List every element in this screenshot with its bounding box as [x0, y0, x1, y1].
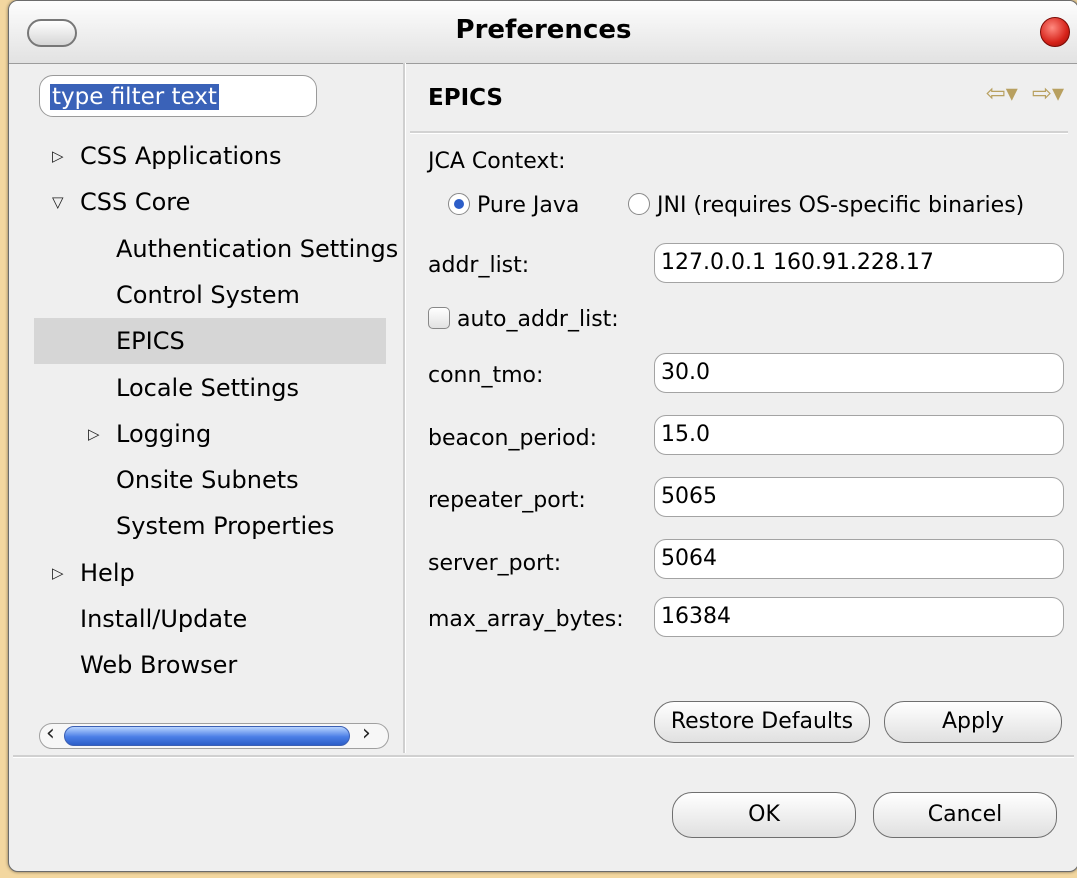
server-port-input[interactable]: 5064	[654, 539, 1064, 579]
close-button[interactable]	[1040, 17, 1070, 47]
radio-pure-java[interactable]: Pure Java	[448, 193, 579, 218]
tree-item-onsite-subnets[interactable]: Onsite Subnets	[34, 457, 386, 503]
preference-tree-pane: type filter text ▷ CSS Applications ▽ CSS C…	[34, 63, 399, 753]
filter-text: type filter text	[50, 84, 219, 110]
tree-item-label: EPICS	[116, 327, 185, 356]
tree-item-label: System Properties	[116, 512, 335, 541]
expand-arrow-icon[interactable]: ▷	[52, 133, 64, 179]
repeater-port-input[interactable]: 5065	[654, 477, 1064, 517]
server-port-label: server_port:	[428, 551, 562, 576]
forward-arrow-icon[interactable]: ⇨▾	[1032, 79, 1064, 107]
max-array-bytes-label: max_array_bytes:	[428, 607, 624, 632]
title-separator	[410, 131, 1068, 134]
expand-arrow-icon[interactable]: ▷	[88, 411, 100, 457]
beacon-period-label: beacon_period:	[428, 426, 597, 451]
radio-pure-java-label: Pure Java	[477, 193, 580, 218]
addr-list-input[interactable]: 127.0.0.1 160.91.228.17	[654, 243, 1064, 283]
tree-item-label: Authentication Settings	[116, 234, 399, 263]
addr-list-label: addr_list:	[428, 253, 530, 278]
conn-tmo-label: conn_tmo:	[428, 363, 544, 388]
auto-addr-list-checkbox[interactable]: auto_addr_list:	[428, 307, 619, 332]
tree-item-label: Onsite Subnets	[116, 466, 299, 495]
restore-defaults-button[interactable]: Restore Defaults	[654, 701, 870, 743]
back-arrow-icon[interactable]: ⇦▾	[986, 79, 1018, 107]
tree-item-label: Web Browser	[80, 651, 238, 680]
scroll-right-arrow-icon[interactable]: ›	[362, 721, 371, 746]
preferences-window: Preferences type filter text ▷ CSS Applic…	[8, 0, 1077, 872]
cancel-button[interactable]: Cancel	[873, 792, 1057, 838]
tree-item-control-system[interactable]: Control System	[34, 272, 386, 318]
tree-item-label: Logging	[116, 419, 212, 448]
preference-page: EPICS ⇦▾ ⇨▾ JCA Context: Pure Java JNI (r…	[406, 63, 1077, 753]
tree-item-label: Locale Settings	[116, 373, 300, 402]
tree-item-help[interactable]: ▷ Help	[34, 550, 386, 596]
tree-item-install-update[interactable]: Install/Update	[34, 596, 386, 642]
collapse-arrow-icon[interactable]: ▽	[52, 179, 64, 225]
tree-item-logging[interactable]: ▷ Logging	[34, 411, 386, 457]
tree-item-locale-settings[interactable]: Locale Settings	[34, 365, 386, 411]
history-navigation: ⇦▾ ⇨▾	[972, 79, 1064, 107]
apply-button[interactable]: Apply	[884, 701, 1062, 743]
scroll-left-arrow-icon[interactable]: ‹	[46, 721, 55, 746]
tree-item-epics[interactable]: EPICS	[34, 318, 386, 365]
tree-item-system-properties[interactable]: System Properties	[34, 503, 386, 549]
ok-button[interactable]: OK	[672, 792, 856, 838]
filter-input[interactable]: type filter text	[39, 75, 317, 117]
tree-horizontal-scrollbar[interactable]: ‹ ›	[39, 721, 389, 749]
beacon-period-input[interactable]: 15.0	[654, 415, 1064, 455]
tree-item-label: Install/Update	[80, 605, 248, 633]
tree-item-web-browser[interactable]: Web Browser	[34, 642, 386, 688]
auto-addr-list-box[interactable]	[428, 307, 450, 329]
max-array-bytes-input[interactable]: 16384	[654, 597, 1064, 637]
radio-pure-java-indicator[interactable]	[448, 193, 470, 215]
radio-jni-indicator[interactable]	[628, 193, 650, 215]
conn-tmo-input[interactable]: 30.0	[654, 353, 1064, 393]
auto-addr-list-label: auto_addr_list:	[457, 307, 619, 332]
radio-jni-label: JNI (requires OS-specific binaries)	[657, 193, 1025, 218]
tree-item-label: CSS Core	[80, 188, 191, 217]
page-title: EPICS	[428, 85, 503, 111]
dialog-button-separator	[13, 755, 1074, 758]
title-bar[interactable]: Preferences	[9, 1, 1077, 64]
tree-item-label: Control System	[116, 280, 300, 309]
jca-context-label: JCA Context:	[428, 149, 566, 174]
repeater-port-label: repeater_port:	[428, 488, 586, 513]
tree-item-css-applications[interactable]: ▷ CSS Applications	[34, 133, 386, 179]
tree-item-authentication-settings[interactable]: Authentication Settings	[34, 226, 398, 272]
window-title: Preferences	[455, 15, 632, 45]
expand-arrow-icon[interactable]: ▷	[52, 550, 64, 596]
tree-item-css-core[interactable]: ▽ CSS Core	[34, 179, 386, 225]
tree-item-label: Help	[80, 558, 135, 587]
tree-item-label: CSS Applications	[80, 142, 282, 170]
radio-jni[interactable]: JNI (requires OS-specific binaries)	[628, 193, 1024, 218]
scroll-thumb[interactable]	[64, 726, 350, 746]
